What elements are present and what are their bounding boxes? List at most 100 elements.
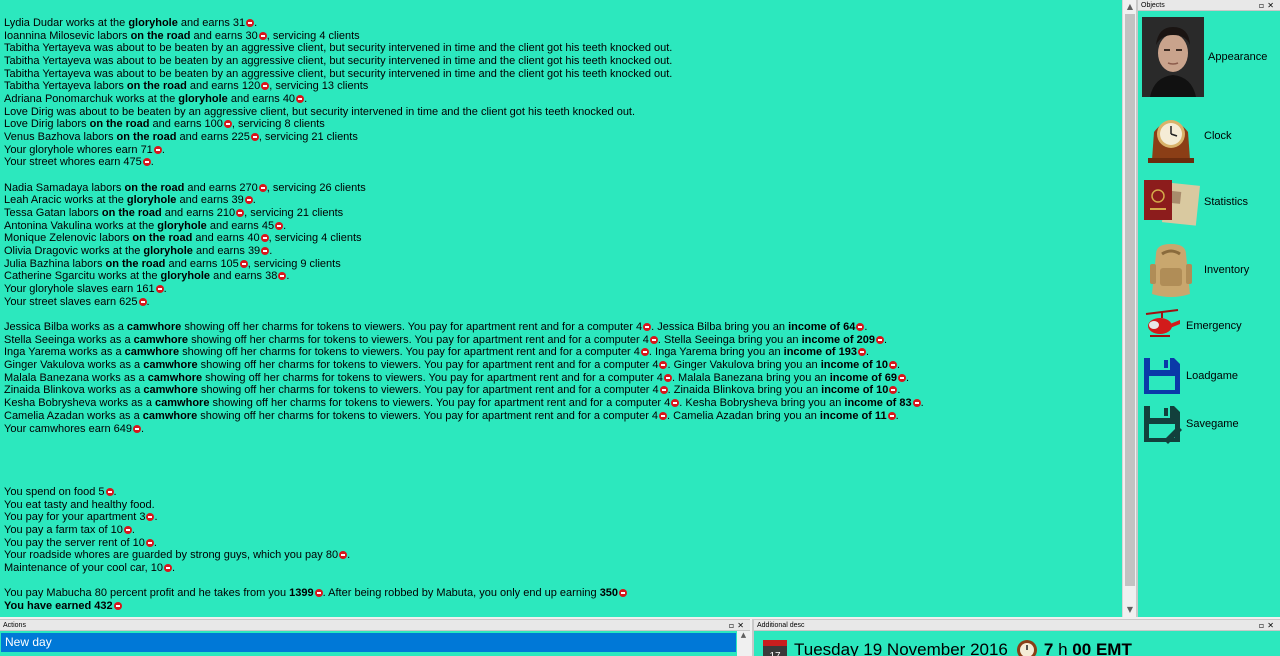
log-text: showing off her charms for tokens to vie… (197, 359, 659, 372)
coin-icon (138, 297, 147, 306)
log-text: . (304, 93, 308, 106)
object-appearance[interactable]: Appearance (1142, 17, 1267, 97)
log-text: Kesha Bobrysheva works as a (4, 397, 156, 410)
log-text: . (163, 283, 167, 296)
log-text: camwhore (143, 359, 198, 372)
object-emergency[interactable]: Emergency (1142, 306, 1242, 346)
log-text: income of 69 (829, 371, 897, 384)
object-inventory[interactable]: Inventory (1142, 240, 1249, 300)
coin-icon (105, 487, 114, 496)
log-text: Jessica Bilba works as a (4, 321, 127, 334)
log-text: and earns 39 (176, 194, 244, 207)
additional-title-label: Additional desc (757, 622, 805, 629)
current-date: Tuesday 19 November 2016 (794, 640, 1008, 656)
coin-icon (142, 158, 151, 167)
object-clock[interactable]: Clock (1142, 108, 1232, 164)
coin-icon (875, 335, 884, 344)
log-text: camwhore (133, 333, 189, 346)
log-line: You pay a farm tax of 10. (4, 524, 1116, 537)
log-text: camwhore (126, 321, 182, 334)
log-text: . Kesha Bobrysheva bring you an (679, 397, 845, 410)
log-text: gloryhole (128, 17, 178, 29)
log-text: , servicing 9 clients (247, 257, 341, 270)
log-line: Your roadside whores are guarded by stro… (4, 549, 1116, 562)
scroll-thumb[interactable] (1125, 14, 1135, 586)
log-line: Zinaida Blinkova works as a camwhore sho… (4, 384, 1116, 397)
log-text: camwhore (142, 409, 198, 422)
floppy-icon (1144, 358, 1180, 394)
log-text: . (252, 194, 256, 207)
log-text: income of 10 (821, 384, 889, 397)
log-text: income of 11 (819, 409, 887, 422)
log-text: Love Dirig was about to be beaten by an … (4, 105, 636, 118)
log-text: and earns 31 (177, 17, 246, 29)
log-line: Monique Zelenovic labors on the road and… (4, 232, 1116, 245)
log-text: Your street whores earn 475 (4, 156, 142, 169)
log-line: You eat tasty and healthy food. (4, 499, 1116, 512)
scroll-down-arrow-icon[interactable]: ▼ (1123, 603, 1137, 617)
log-line: Catherine Sgarcitu works at the gloryhol… (4, 270, 1116, 283)
log-text: Tessa Gatan labors (4, 207, 102, 220)
panel-controls-icon[interactable]: ▫✕ (1259, 0, 1277, 11)
objects-title-label: Objects (1141, 2, 1165, 9)
log-text: showing off her charms for tokens to vie… (197, 409, 659, 422)
log-blank-line (4, 169, 1116, 182)
coin-icon (663, 373, 672, 382)
log-line: Venus Bazhova labors on the road and ear… (4, 131, 1116, 144)
coin-icon (155, 285, 164, 294)
object-loadgame[interactable]: Loadgame (1142, 356, 1238, 396)
log-text: . (269, 245, 273, 258)
log-text: Adriana Ponomarchuk works at the (4, 93, 179, 106)
log-blank-line (4, 448, 1116, 461)
calendar-day: 17 (769, 651, 781, 656)
object-label: Emergency (1186, 320, 1242, 332)
object-statistics[interactable]: Statistics (1142, 178, 1248, 226)
log-text: , servicing 21 clients (244, 207, 344, 220)
coin-icon (912, 399, 921, 408)
log-text: . (283, 219, 287, 232)
log-text: Your camwhores earn 649 (4, 422, 133, 435)
log-scrollbar[interactable]: ▲ ▼ (1122, 0, 1136, 617)
log-text: on the road (101, 207, 162, 220)
coin-icon (339, 551, 348, 560)
coin-icon (123, 525, 132, 534)
log-text: on the road (126, 80, 187, 93)
log-text: showing off her charms for tokens to vie… (181, 321, 643, 334)
coin-icon (640, 348, 649, 357)
coin-icon (643, 323, 652, 332)
log-text: showing off her charms for tokens to vie… (202, 371, 663, 384)
panel-controls-icon[interactable]: ▫✕ (1259, 620, 1277, 631)
log-text: , servicing 4 clients (268, 232, 362, 245)
log-text: Venus Bazhova labors (4, 131, 117, 144)
log-line: Your gloryhole whores earn 71. (4, 144, 1116, 157)
log-text: . Zinaida Blinkova bring you an (667, 384, 822, 397)
log-text: and earns 120 (186, 80, 261, 93)
log-line: Jessica Bilba works as a camwhore showin… (4, 321, 1116, 334)
scroll-up-arrow-icon[interactable]: ▲ (1123, 0, 1137, 14)
log-text: gloryhole (157, 219, 207, 232)
log-text: . (161, 143, 165, 156)
log-text: . (896, 359, 901, 372)
time-h-label: h (1058, 640, 1068, 656)
log-text: on the road (132, 232, 193, 245)
log-text: You pay a farm tax of 10 (4, 523, 123, 536)
log-text: You pay Mabucha 80 percent profit and he… (4, 587, 290, 600)
coin-icon (258, 31, 267, 40)
log-text: . Inga Yarema bring you an (648, 346, 784, 359)
coin-icon (145, 538, 154, 547)
log-text: . (113, 485, 117, 498)
log-text: . (866, 346, 870, 359)
log-line: Tabitha Yertayeva was about to be beaten… (4, 68, 1116, 81)
log-line: Inga Yarema works as a camwhore showing … (4, 346, 1116, 359)
object-label: Savegame (1186, 418, 1239, 430)
object-savegame[interactable]: Savegame (1142, 404, 1239, 444)
log-line: Your camwhores earn 649. (4, 423, 1116, 436)
log-text: showing off her charms for tokens to vie… (188, 333, 649, 346)
log-text: camwhore (155, 397, 210, 410)
log-line: Leah Aracic works at the gloryhole and e… (4, 194, 1116, 207)
log-text: . (347, 549, 351, 562)
log-text: . (286, 270, 290, 283)
action-new-day[interactable]: New day (1, 633, 736, 652)
panel-controls-icon[interactable]: ▫✕ (729, 620, 747, 631)
actions-scrollbar[interactable]: ▲ (737, 631, 750, 656)
